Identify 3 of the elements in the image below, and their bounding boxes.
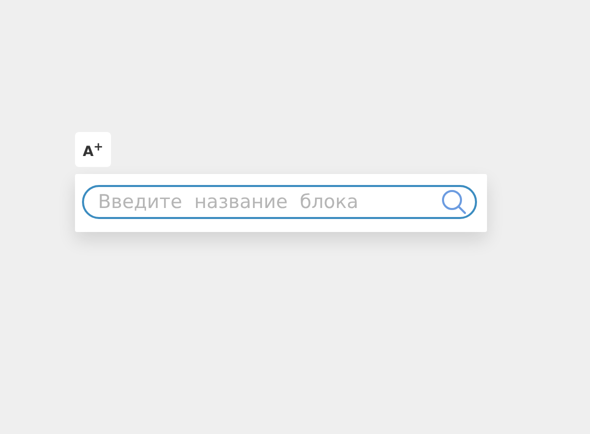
search-icon[interactable] [441,189,467,215]
add-text-button[interactable]: A$^{+}$ [75,132,111,167]
search-field[interactable]: Введите название блока [82,185,477,219]
